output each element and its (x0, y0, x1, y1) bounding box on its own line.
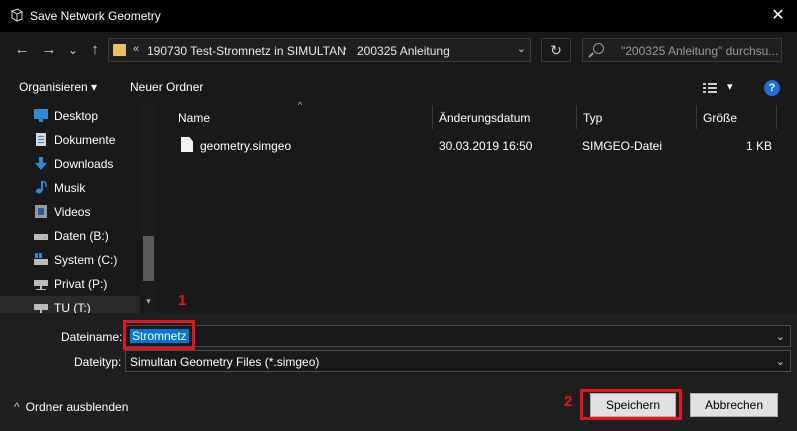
downloads-icon (35, 157, 47, 170)
filetype-label: Dateityp: (74, 355, 122, 369)
file-type: SIMGEO-Datei (582, 139, 663, 153)
annotation-marker-2: 2 (564, 393, 573, 410)
column-divider[interactable] (696, 105, 697, 129)
hide-folders-button[interactable]: ^ Ordner ausblenden (14, 400, 128, 414)
drive-icon (34, 234, 48, 240)
view-options-icon[interactable] (703, 82, 717, 94)
sidebar-item-label: Daten (B:) (54, 229, 109, 243)
file-size: 1 KB (746, 139, 773, 153)
search-input[interactable]: "200325 Anleitung" durchsu... (582, 38, 782, 62)
filetype-select[interactable]: Simultan Geometry Files (*.simgeo) ⌄ (125, 350, 791, 372)
videos-icon (35, 205, 47, 218)
sort-ascending-icon: ^ (298, 100, 303, 110)
filename-dropdown-chevron-icon[interactable]: ⌄ (776, 330, 785, 343)
address-dropdown-chevron-icon[interactable]: ⌄ (517, 42, 526, 55)
sidebar-item-drive-p[interactable]: Privat (P:) (0, 272, 140, 296)
recent-locations-chevron-icon[interactable]: ⌄ (64, 40, 82, 60)
sidebar-scrollbar[interactable] (141, 103, 156, 313)
search-icon (593, 43, 604, 54)
refresh-button[interactable]: ↻ (541, 38, 571, 62)
sidebar-item-label: Desktop (54, 109, 99, 123)
sidebar-item-videos[interactable]: Videos (0, 200, 140, 224)
breadcrumb-item[interactable]: 200325 Anleitung (357, 44, 450, 58)
back-button[interactable]: ← (13, 40, 31, 60)
cancel-button[interactable]: Abbrechen (690, 393, 778, 417)
network-drive-icon (34, 280, 48, 290)
filename-input[interactable]: Stromnetz ⌄ (125, 325, 791, 347)
breadcrumb-separator-icon[interactable]: › (343, 43, 347, 55)
breadcrumb-overflow-icon[interactable]: « (133, 43, 139, 55)
sidebar-item-drive-c[interactable]: System (C:) (0, 248, 140, 272)
app-icon (10, 8, 24, 22)
breadcrumb-item[interactable]: 190730 Test-Stromnetz in SIMULTAN (147, 44, 346, 58)
file-date: 30.03.2019 16:50 (439, 139, 533, 153)
folder-icon (113, 44, 126, 56)
annotation-marker-1: 1 (178, 292, 187, 309)
column-divider[interactable] (432, 105, 433, 129)
help-button[interactable]: ? (764, 80, 780, 96)
sidebar-item-desktop[interactable]: Desktop (0, 104, 140, 128)
view-menu-chevron-icon[interactable]: ▾ (727, 80, 733, 93)
scroll-down-icon[interactable]: ▾ (143, 296, 154, 310)
annotation-highlight-filename (123, 320, 195, 350)
filetype-value: Simultan Geometry Files (*.simgeo) (130, 355, 320, 369)
window-title: Save Network Geometry (30, 9, 161, 23)
search-placeholder: "200325 Anleitung" durchsu... (621, 44, 779, 58)
address-bar[interactable]: « 190730 Test-Stromnetz in SIMULTAN › 20… (108, 38, 531, 62)
column-header-type[interactable]: Typ (583, 111, 602, 135)
sidebar-item-label: Videos (54, 205, 91, 219)
annotation-highlight-save (580, 389, 682, 420)
new-folder-button[interactable]: Neuer Ordner (130, 80, 203, 94)
music-icon (36, 181, 47, 194)
documents-icon (36, 133, 46, 146)
hide-folders-label: Ordner ausblenden (25, 400, 129, 414)
column-divider[interactable] (576, 105, 577, 129)
column-header-date[interactable]: Änderungsdatum (439, 111, 530, 135)
sidebar-scrollbar-thumb[interactable] (143, 236, 154, 281)
sidebar-item-music[interactable]: Musik (0, 176, 140, 200)
file-icon (181, 137, 193, 152)
sidebar-item-label: Downloads (54, 157, 114, 171)
file-name: geometry.simgeo (200, 139, 292, 153)
file-row[interactable]: geometry.simgeo 30.03.2019 16:50 SIMGEO-… (173, 133, 777, 157)
filetype-dropdown-chevron-icon[interactable]: ⌄ (776, 355, 785, 368)
chevron-up-icon: ^ (14, 400, 20, 414)
close-button[interactable]: ✕ (766, 4, 790, 28)
navigation-pane: Desktop Dokumente Downloads Musik Videos… (0, 103, 157, 320)
system-drive-icon (34, 253, 48, 265)
sidebar-item-label: Privat (P:) (54, 277, 108, 291)
organize-menu-button[interactable]: Organisieren ▾ (19, 80, 97, 94)
sidebar-item-downloads[interactable]: Downloads (0, 152, 140, 176)
sidebar-item-label: System (C:) (54, 253, 118, 267)
forward-button[interactable]: → (40, 40, 58, 60)
filename-label: Dateiname: (61, 330, 123, 344)
sidebar-item-drive-b[interactable]: Daten (B:) (0, 224, 140, 248)
column-divider[interactable] (776, 105, 777, 129)
sidebar-item-label: Musik (54, 181, 86, 195)
sidebar-item-documents[interactable]: Dokumente (0, 128, 140, 152)
column-header-size[interactable]: Größe (703, 111, 737, 135)
column-header-name[interactable]: Name (178, 111, 210, 135)
desktop-icon (34, 109, 48, 122)
up-button[interactable]: ↑ (86, 40, 104, 60)
sidebar-item-label: Dokumente (54, 133, 116, 147)
